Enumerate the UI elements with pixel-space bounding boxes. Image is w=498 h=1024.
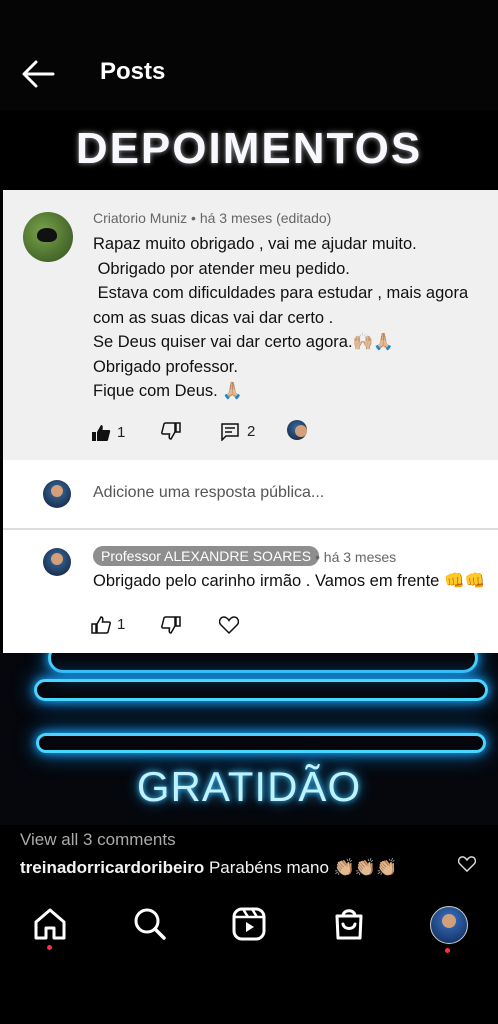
profile-avatar[interactable] — [430, 906, 468, 944]
home-notification-dot — [47, 945, 52, 950]
reply-time: • há 3 meses — [315, 549, 397, 565]
post-image-header: DEPOIMENTOS — [0, 110, 498, 190]
view-all-comments-link[interactable]: View all 3 comments — [20, 830, 176, 850]
comment-meta: Criatorio Muniz • há 3 meses (editado) — [93, 210, 332, 226]
comment-screenshot-card: Criatorio Muniz • há 3 meses (editado) R… — [3, 190, 498, 653]
reply-author-avatar — [43, 548, 71, 576]
like-count: 1 — [117, 424, 126, 441]
neon-ring-top — [48, 653, 478, 673]
post-image-footer: GRATIDÃO — [0, 653, 498, 825]
comment-block: Criatorio Muniz • há 3 meses (editado) R… — [3, 190, 498, 460]
bottom-navigation — [0, 890, 498, 1024]
reels-icon[interactable] — [229, 904, 269, 944]
thumbs-up-icon — [91, 616, 111, 634]
profile-notification-dot — [445, 948, 450, 953]
home-icon[interactable] — [30, 904, 70, 944]
back-arrow-icon[interactable] — [20, 58, 56, 90]
shop-icon[interactable] — [329, 904, 369, 944]
like-comment-heart-icon[interactable] — [458, 856, 476, 872]
heart-icon — [219, 616, 239, 634]
user-avatar — [43, 480, 71, 508]
post-heading: DEPOIMENTOS — [75, 124, 423, 173]
neon-ring-middle — [34, 679, 488, 701]
commenter-avatar — [23, 212, 73, 262]
reply-text: Obrigado pelo carinho irmão . Vamos em f… — [93, 572, 486, 590]
first-comment: treinadorricardoribeiro Parabéns mano 👏🏼… — [20, 858, 397, 878]
search-icon[interactable] — [130, 904, 170, 944]
comment-author[interactable]: treinadorricardoribeiro — [20, 858, 204, 877]
thumbs-down-icon — [161, 422, 181, 440]
reply-author-badge: Professor ALEXANDRE SOARES — [93, 546, 320, 566]
neon-ring-bottom — [36, 733, 486, 753]
comment-text: Rapaz muito obrigado , vai me ajudar mui… — [93, 235, 469, 400]
reply-block: Professor ALEXANDRE SOARES • há 3 meses … — [3, 530, 498, 653]
top-bar: Posts — [0, 0, 498, 110]
thumbs-down-icon — [161, 616, 181, 634]
reply-placeholder: Adicione uma resposta pública... — [93, 484, 325, 501]
reply-count: 2 — [247, 423, 256, 440]
thumbs-up-filled-icon — [92, 425, 111, 441]
page-title: Posts — [100, 58, 166, 85]
gratidao-text: GRATIDÃO — [136, 763, 362, 810]
reply-comment-icon — [221, 423, 239, 441]
creator-heart-avatar — [287, 420, 307, 440]
reply-like-count: 1 — [117, 616, 126, 633]
comment-text: Parabéns mano 👏🏼👏🏼👏🏼 — [204, 858, 398, 877]
reply-input-row: Adicione uma resposta pública... — [3, 460, 498, 530]
